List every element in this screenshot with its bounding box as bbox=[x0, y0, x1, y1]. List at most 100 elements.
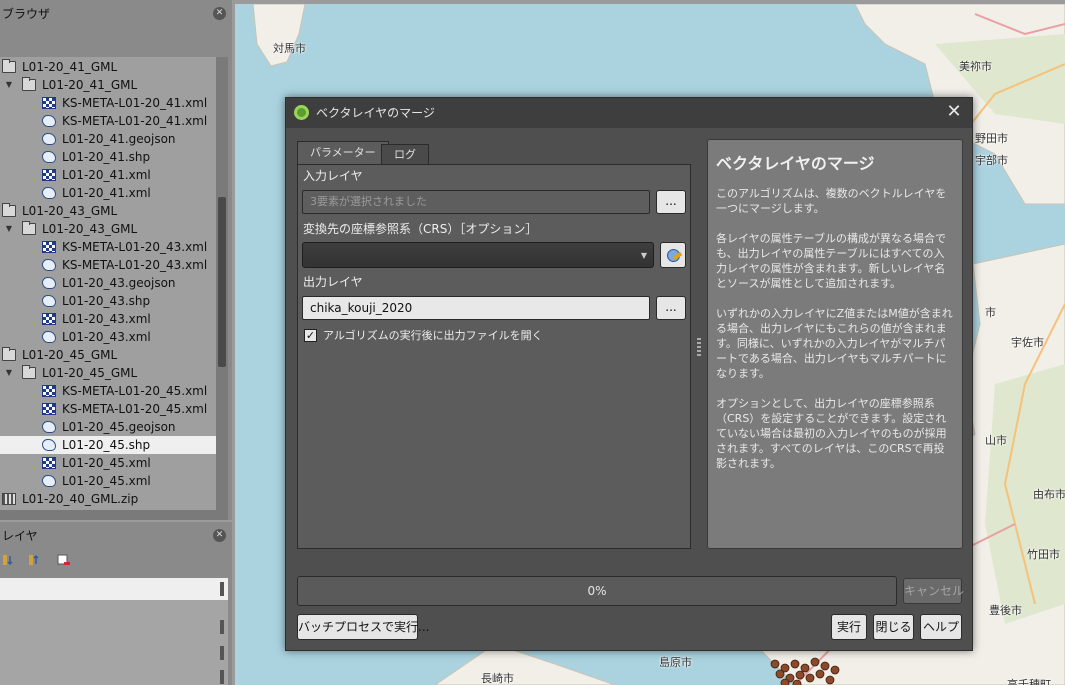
vector-layer-icon bbox=[42, 475, 56, 487]
batch-process-button[interactable]: バッチプロセスで実行... bbox=[297, 614, 429, 640]
close-button[interactable]: 閉じる bbox=[873, 614, 914, 640]
tree-item[interactable]: L01-20_45_GML bbox=[0, 346, 216, 364]
run-button[interactable]: 実行 bbox=[831, 614, 867, 640]
tree-item-label: L01-20_41_GML bbox=[22, 60, 118, 74]
tree-item[interactable]: L01-20_43.shp bbox=[0, 292, 216, 310]
vector-layer-icon bbox=[42, 151, 56, 163]
input-layer-browse-button[interactable]: ... bbox=[656, 190, 686, 214]
tree-item-label: L01-20_41.xml bbox=[62, 168, 151, 182]
tree-item[interactable]: L01-20_41.xml bbox=[0, 184, 216, 202]
layers-list[interactable] bbox=[0, 578, 228, 685]
input-layer-field[interactable]: 3要素が選択されました bbox=[302, 190, 650, 214]
tree-item[interactable]: L01-20_45.shp bbox=[0, 436, 216, 454]
tree-item-label: L01-20_43.xml bbox=[62, 312, 151, 326]
scroll-marker bbox=[220, 670, 224, 684]
xml-file-icon bbox=[42, 241, 56, 253]
crs-select[interactable]: ▼ bbox=[302, 242, 654, 268]
tree-item[interactable]: KS-META-L01-20_45.xml bbox=[0, 400, 216, 418]
parameters-panel: 入力レイヤ 3要素が選択されました ... 変換先の座標参照系（CRS）［オプシ… bbox=[297, 164, 691, 549]
tree-item-label: KS-META-L01-20_45.xml bbox=[62, 402, 208, 416]
close-icon[interactable]: ✕ bbox=[944, 102, 964, 122]
select-crs-button[interactable] bbox=[660, 242, 686, 268]
tree-item[interactable]: L01-20_43_GML bbox=[0, 202, 216, 220]
expand-arrow-icon[interactable]: ▼ bbox=[4, 220, 14, 238]
tree-item[interactable]: KS-META-L01-20_43.xml bbox=[0, 238, 216, 256]
map-label: 野田市 bbox=[975, 132, 1008, 145]
xml-file-icon bbox=[42, 385, 56, 397]
output-layer-label: 出力レイヤ bbox=[303, 275, 363, 289]
browser-tree[interactable]: L01-20_41_GML ▼ L01-20_41_GML KS-META-L01-2… bbox=[0, 57, 216, 510]
layer-row[interactable] bbox=[0, 578, 228, 600]
dialog-titlebar[interactable]: ベクタレイヤのマージ ✕ bbox=[286, 98, 972, 128]
scroll-marker bbox=[220, 646, 224, 660]
map-label: 美祢市 bbox=[959, 60, 992, 73]
tree-item-label: KS-META-L01-20_41.xml bbox=[62, 96, 208, 110]
open-output-label: アルゴリズムの実行後に出力ファイルを開く bbox=[323, 329, 543, 342]
browser-toolbar bbox=[0, 28, 232, 56]
tree-item[interactable]: KS-META-L01-20_43.xml bbox=[0, 256, 216, 274]
scrollbar-thumb[interactable] bbox=[218, 197, 226, 367]
tree-item[interactable]: L01-20_43.xml bbox=[0, 310, 216, 328]
tree-scrollbar[interactable] bbox=[216, 57, 228, 510]
scroll-marker bbox=[220, 582, 224, 596]
help-paragraph: オプションとして、出力レイヤの座標参照系（CRS）を設定することができます。設定… bbox=[716, 397, 947, 470]
panel-splitter-handle[interactable] bbox=[697, 338, 701, 356]
output-layer-field[interactable]: chika_kouji_2020 bbox=[302, 296, 650, 320]
tree-item-label: KS-META-L01-20_43.xml bbox=[62, 258, 208, 272]
tree-item[interactable]: ▼ L01-20_43_GML bbox=[0, 220, 216, 238]
map-label: 竹田市 bbox=[1027, 548, 1060, 561]
expand-arrow-icon[interactable]: ▼ bbox=[4, 76, 14, 94]
map-label: 宇部市 bbox=[975, 154, 1008, 167]
tree-item-label: L01-20_43_GML bbox=[42, 222, 138, 236]
tree-item[interactable]: L01-20_41_GML bbox=[0, 58, 216, 76]
open-output-checkbox[interactable]: ✓ bbox=[304, 329, 317, 342]
xml-file-icon bbox=[42, 313, 56, 325]
tree-item[interactable]: L01-20_41.shp bbox=[0, 148, 216, 166]
remove-layer-icon[interactable] bbox=[56, 553, 70, 567]
map-label: 宇佐市 bbox=[1011, 336, 1044, 349]
help-button[interactable]: ヘルプ bbox=[920, 614, 962, 640]
tree-item[interactable]: L01-20_45.geojson bbox=[0, 418, 216, 436]
tree-item[interactable]: KS-META-L01-20_41.xml bbox=[0, 112, 216, 130]
output-layer-browse-button[interactable]: ... bbox=[656, 296, 686, 320]
folder-icon bbox=[22, 77, 36, 91]
expand-all-icon[interactable] bbox=[2, 553, 16, 567]
tree-item-label: L01-20_41_GML bbox=[42, 78, 138, 92]
folder-icon bbox=[2, 203, 16, 217]
tree-item[interactable]: L01-20_41.geojson bbox=[0, 130, 216, 148]
collapse-all-icon[interactable] bbox=[28, 553, 42, 567]
tree-item[interactable]: L01-20_45.xml bbox=[0, 454, 216, 472]
tree-item[interactable]: ▼ L01-20_41_GML bbox=[0, 76, 216, 94]
dialog-title: ベクタレイヤのマージ bbox=[316, 106, 435, 120]
tree-item[interactable]: KS-META-L01-20_45.xml bbox=[0, 382, 216, 400]
vector-layer-icon bbox=[42, 133, 56, 145]
close-icon[interactable]: ✕ bbox=[213, 7, 226, 20]
merge-vector-layers-dialog: ベクタレイヤのマージ ✕ パラメーター ログ 入力レイヤ 3要素が選択されました… bbox=[285, 97, 973, 651]
tree-horizontal-scrollbar[interactable] bbox=[0, 510, 228, 520]
tree-item-label: KS-META-L01-20_41.xml bbox=[62, 114, 208, 128]
close-icon[interactable]: ✕ bbox=[213, 529, 226, 542]
xml-file-icon bbox=[42, 457, 56, 469]
input-layer-label: 入力レイヤ bbox=[303, 169, 363, 183]
tree-item[interactable]: L01-20_41.xml bbox=[0, 166, 216, 184]
vector-layer-icon bbox=[42, 439, 56, 451]
xml-file-icon bbox=[42, 169, 56, 181]
tree-item-label: L01-20_45.xml bbox=[62, 474, 151, 488]
vector-layer-icon bbox=[42, 421, 56, 433]
chevron-down-icon: ▼ bbox=[640, 251, 647, 260]
map-label: 高千穂町 bbox=[1007, 678, 1051, 685]
tree-item[interactable]: L01-20_45.xml bbox=[0, 472, 216, 490]
tree-item-label: L01-20_43.shp bbox=[62, 294, 151, 308]
tree-item[interactable]: KS-META-L01-20_41.xml bbox=[0, 94, 216, 112]
scroll-marker bbox=[220, 620, 224, 634]
tab-log[interactable]: ログ bbox=[381, 144, 429, 165]
tree-item-label: L01-20_41.xml bbox=[62, 186, 151, 200]
cancel-button[interactable]: キャンセル bbox=[903, 578, 964, 604]
help-paragraph: いずれかの入力レイヤにZ値またはM値が含まれる場合、出力レイヤにもこれらの値が含… bbox=[716, 307, 953, 380]
tree-item[interactable]: L01-20_43.geojson bbox=[0, 274, 216, 292]
tree-item[interactable]: L01-20_43.xml bbox=[0, 328, 216, 346]
expand-arrow-icon[interactable]: ▼ bbox=[4, 364, 14, 382]
tree-item[interactable]: ▼ L01-20_45_GML bbox=[0, 364, 216, 382]
tree-item-label: L01-20_43.xml bbox=[62, 330, 151, 344]
tree-item[interactable]: L01-20_40_GML.zip bbox=[0, 490, 216, 508]
